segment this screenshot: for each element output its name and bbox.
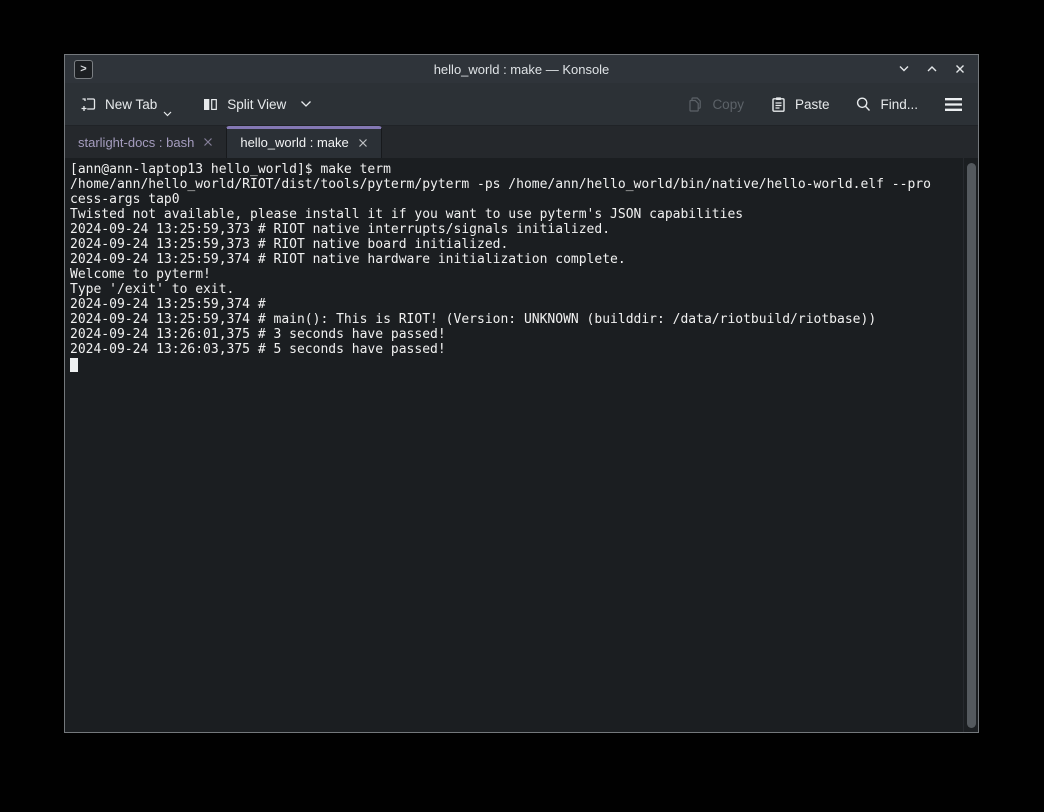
split-view-caret-icon xyxy=(300,100,312,108)
window-title: hello_world : make — Konsole xyxy=(165,62,878,77)
paste-icon xyxy=(770,96,787,113)
scrollbar-thumb[interactable] xyxy=(967,163,976,728)
paste-button[interactable]: Paste xyxy=(770,96,830,113)
split-view-button[interactable]: Split View xyxy=(202,96,312,113)
paste-label: Paste xyxy=(795,97,830,112)
tab-bar: starlight-docs : bash hello_world : make xyxy=(65,125,978,158)
terminal-line: 2024-09-24 13:25:59,373 # RIOT native bo… xyxy=(70,237,958,252)
terminal-line: 2024-09-24 13:26:01,375 # 3 seconds have… xyxy=(70,327,958,342)
new-tab-caret-icon xyxy=(163,111,172,117)
konsole-window: > hello_world : make — Konsole New Tab xyxy=(64,54,979,733)
terminal-view[interactable]: [ann@ann-laptop13 hello_world]$ make ter… xyxy=(65,158,978,732)
terminal-line: /home/ann/hello_world/RIOT/dist/tools/py… xyxy=(70,177,958,192)
terminal-line: [ann@ann-laptop13 hello_world]$ make ter… xyxy=(70,162,958,177)
tab-label: hello_world : make xyxy=(240,135,348,150)
window-controls xyxy=(894,60,969,79)
terminal-line: 2024-09-24 13:26:03,375 # 5 seconds have… xyxy=(70,342,958,357)
new-tab-icon xyxy=(80,96,97,113)
copy-label: Copy xyxy=(712,97,744,112)
terminal-scrollbar[interactable] xyxy=(963,158,978,732)
new-tab-label: New Tab xyxy=(105,97,157,112)
new-tab-button[interactable]: New Tab xyxy=(80,96,172,113)
search-icon xyxy=(855,96,872,113)
konsole-app-icon-glyph: > xyxy=(80,64,86,75)
tab-hello-world[interactable]: hello_world : make xyxy=(226,126,381,158)
minimize-button[interactable] xyxy=(894,60,913,79)
titlebar: > hello_world : make — Konsole xyxy=(65,55,978,83)
tab-close-icon[interactable] xyxy=(203,137,213,147)
close-button[interactable] xyxy=(950,60,969,79)
close-icon xyxy=(953,62,967,76)
split-view-label: Split View xyxy=(227,97,286,112)
tab-starlight-docs[interactable]: starlight-docs : bash xyxy=(65,126,226,158)
terminal-line: 2024-09-24 13:25:59,373 # RIOT native in… xyxy=(70,222,958,237)
toolbar-right-group: Copy Paste Find... xyxy=(687,96,963,113)
terminal-line: 2024-09-24 13:25:59,374 # RIOT native ha… xyxy=(70,252,958,267)
terminal-line: Type '/exit' to exit. xyxy=(70,282,958,297)
split-view-icon xyxy=(202,96,219,113)
find-label: Find... xyxy=(880,97,918,112)
konsole-app-icon[interactable]: > xyxy=(74,60,93,79)
terminal-cursor xyxy=(70,358,78,372)
hamburger-icon xyxy=(944,97,963,112)
terminal-line: Welcome to pyterm! xyxy=(70,267,958,282)
terminal-line: 2024-09-24 13:25:59,374 # xyxy=(70,297,958,312)
chevron-up-icon xyxy=(925,62,939,76)
terminal-line: 2024-09-24 13:25:59,374 # main(): This i… xyxy=(70,312,958,327)
terminal-line: cess-args tap0 xyxy=(70,192,958,207)
toolbar: New Tab Split View Copy xyxy=(65,83,978,125)
terminal-line: Twisted not available, please install it… xyxy=(70,207,958,222)
tab-label: starlight-docs : bash xyxy=(78,135,194,150)
tab-close-icon[interactable] xyxy=(358,138,368,148)
find-button[interactable]: Find... xyxy=(855,96,918,113)
maximize-button[interactable] xyxy=(922,60,941,79)
copy-icon xyxy=(687,96,704,113)
hamburger-menu-button[interactable] xyxy=(944,97,963,112)
chevron-down-icon xyxy=(897,62,911,76)
copy-button[interactable]: Copy xyxy=(687,96,744,113)
